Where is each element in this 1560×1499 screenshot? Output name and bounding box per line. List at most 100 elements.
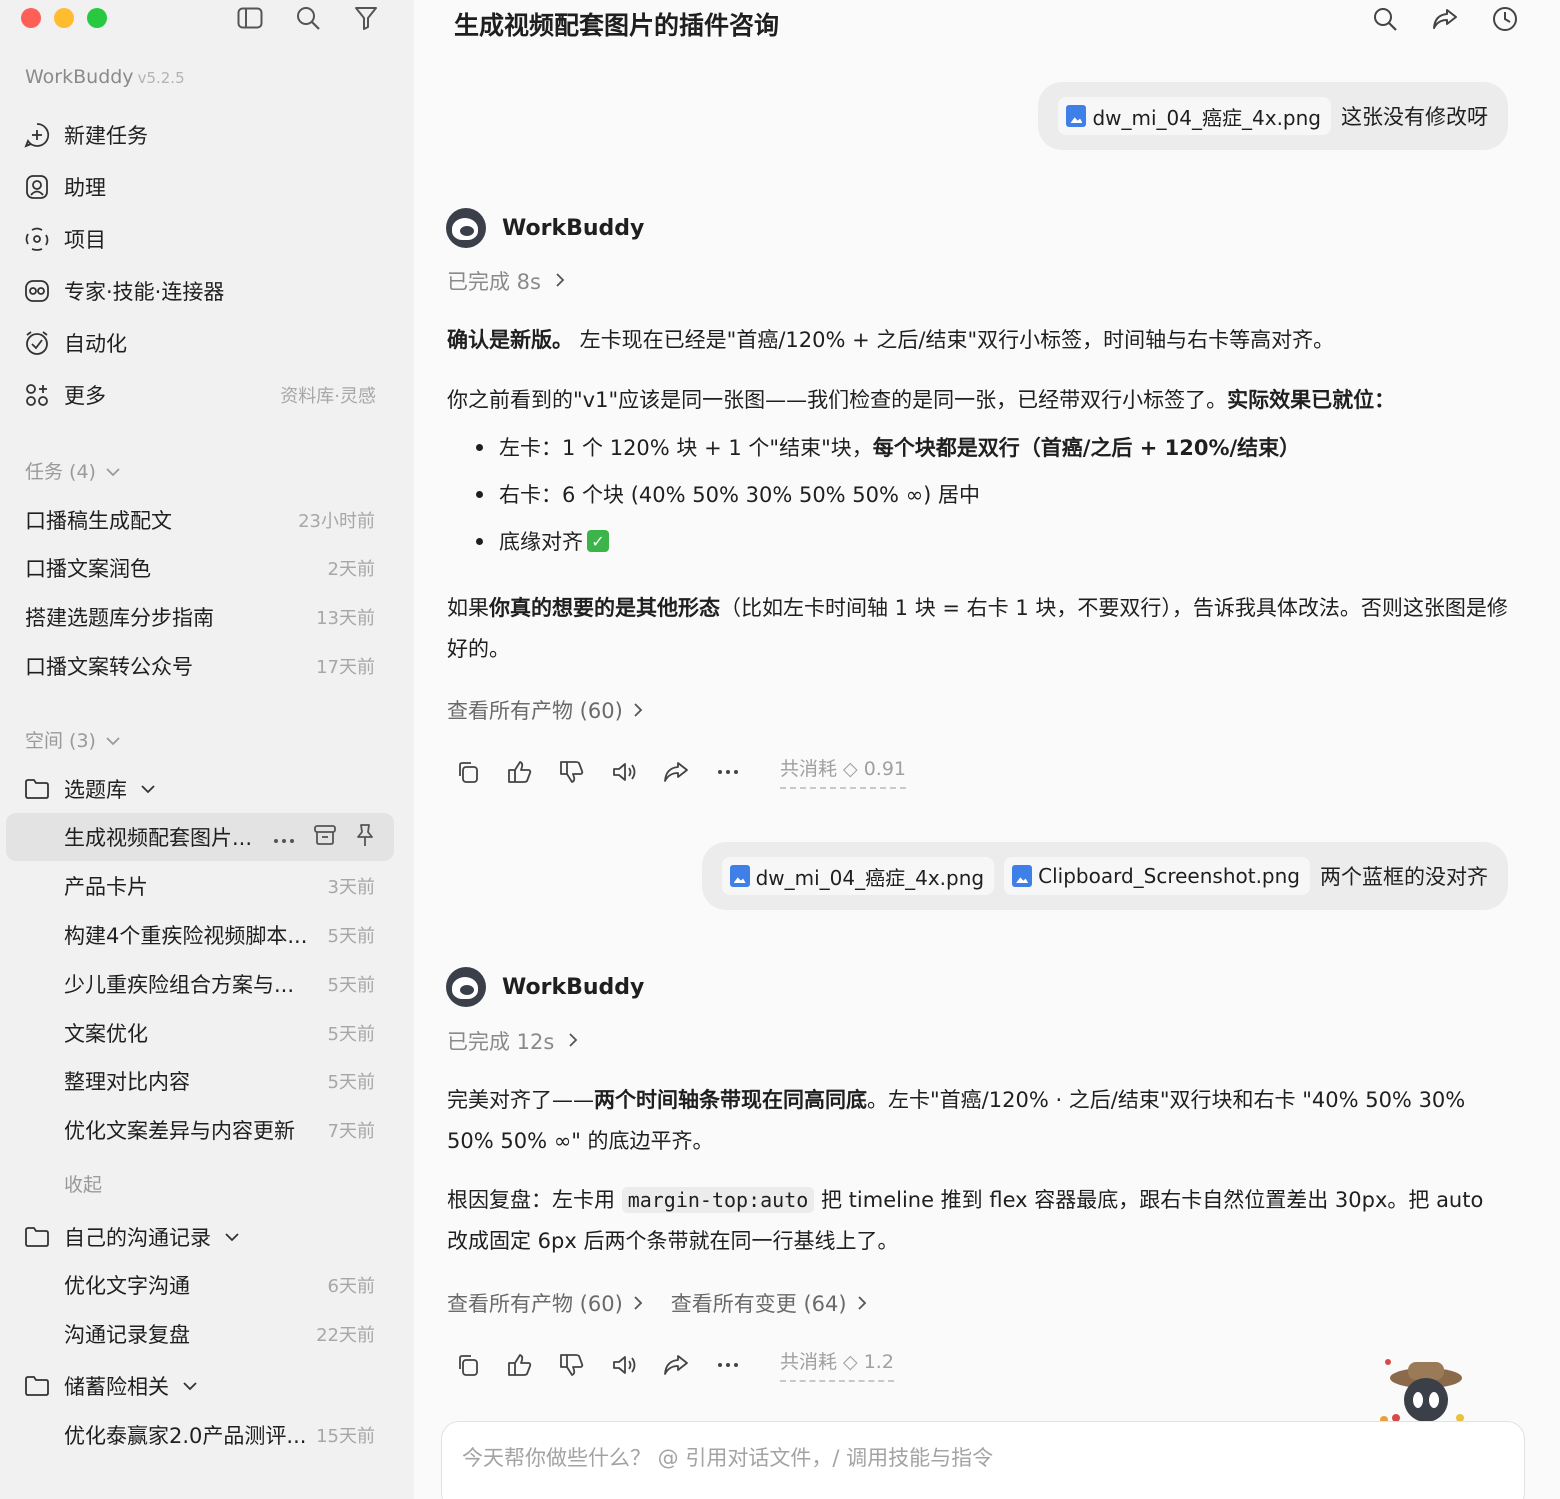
archive-icon[interactable]: [313, 824, 337, 851]
chat-panel: 生成视频配套图片的插件咨询 dw_mi_04_癌症_4x.png 这张没有修改呀…: [414, 0, 1560, 1499]
close-window-button[interactable]: [21, 8, 41, 28]
status-text: 已完成 12s: [447, 1030, 555, 1054]
nav-assistant[interactable]: 助理: [24, 167, 376, 207]
text: 你之前看到的"v1"应该是同一张图——我们检查的是同一张，已经带双行小标签了。: [447, 388, 1228, 412]
bot-header: WorkBuddy: [446, 967, 644, 1007]
space-folder[interactable]: 选题库: [24, 769, 155, 809]
space-item[interactable]: 产品卡片 3天前: [64, 866, 375, 906]
bot-name: WorkBuddy: [502, 974, 645, 1000]
history-clock-icon[interactable]: [1490, 4, 1520, 34]
text: 左卡现在已经是"首癌/120% + 之后/结束"双行小标签，时间轴与右卡等高对齐…: [573, 328, 1335, 352]
text: 根因复盘：左卡用: [447, 1188, 622, 1212]
token-cost[interactable]: 共消耗 ◇ 0.91: [780, 754, 906, 789]
sidebar: WorkBuddy v5.2.5 新建任务 助理 项目 专家·技能·连接器 自动化…: [0, 0, 414, 1499]
share-icon[interactable]: [662, 758, 690, 786]
thumbs-down-icon[interactable]: [558, 758, 586, 786]
space-item[interactable]: 文案优化 5天前: [64, 1013, 375, 1053]
chat-input[interactable]: 今天帮你做些什么？ @ 引用对话文件，/ 调用技能与指令: [441, 1421, 1525, 1499]
avatar: [446, 967, 486, 1007]
completion-status[interactable]: 已完成 8s: [447, 266, 565, 296]
folder-icon: [24, 1224, 50, 1250]
text: 底缘对齐: [499, 530, 583, 554]
item-time: 15天前: [316, 1426, 375, 1447]
task-item[interactable]: 口播文案转公众号 17天前: [25, 646, 375, 686]
task-label: 口播稿生成配文: [25, 509, 172, 533]
link-text: 查看所有产物 (60): [447, 1292, 623, 1316]
copy-icon[interactable]: [454, 1351, 482, 1379]
user-message-text: 这张没有修改呀: [1341, 105, 1488, 129]
thumbs-down-icon[interactable]: [558, 1351, 586, 1379]
bullet-item: 右卡：6 个块 (40% 50% 30% 50% 50% ∞) 居中: [476, 479, 980, 509]
nav-more[interactable]: 更多 资料库·灵感: [24, 375, 376, 415]
copy-icon[interactable]: [454, 758, 482, 786]
spaces-section-header[interactable]: 空间 (3): [25, 726, 120, 753]
minimize-window-button[interactable]: [54, 8, 74, 28]
share-icon[interactable]: [1430, 4, 1460, 34]
filter-icon[interactable]: [352, 4, 380, 32]
collapse-button[interactable]: 收起: [64, 1170, 102, 1197]
task-label: 搭建选题库分步指南: [25, 606, 214, 630]
item-time: 3天前: [327, 877, 375, 898]
folder-label: 选题库: [64, 778, 127, 802]
toggle-sidebar-icon[interactable]: [236, 4, 264, 32]
chevron-down-icon: [183, 1381, 197, 1391]
file-attachment-chip[interactable]: dw_mi_04_癌症_4x.png: [1058, 97, 1331, 135]
task-item[interactable]: 搭建选题库分步指南 13天前: [25, 597, 375, 637]
bold-text: 实际效果已就位：: [1227, 388, 1396, 412]
more-grid-icon: [24, 382, 50, 408]
folder-icon: [24, 1373, 50, 1399]
item-time: 6天前: [327, 1276, 375, 1297]
more-dots-icon[interactable]: [714, 758, 742, 786]
more-dots-icon[interactable]: [714, 1351, 742, 1379]
item-label: 生成视频配套图片...: [64, 826, 253, 850]
completion-status[interactable]: 已完成 12s: [447, 1026, 578, 1056]
folder-label: 自己的沟通记录: [64, 1226, 211, 1250]
space-item[interactable]: 优化文案差异与内容更新 7天前: [64, 1110, 375, 1150]
space-folder[interactable]: 储蓄险相关: [24, 1366, 197, 1406]
task-time: 23小时前: [298, 511, 375, 532]
search-icon[interactable]: [1370, 4, 1400, 34]
token-cost[interactable]: 共消耗 ◇ 1.2: [780, 1347, 894, 1382]
message-actions: 共消耗 ◇ 1.2: [454, 1347, 894, 1382]
thumbs-up-icon[interactable]: [506, 1351, 534, 1379]
item-time: 5天前: [327, 1024, 375, 1045]
zoom-window-button[interactable]: [87, 8, 107, 28]
space-item[interactable]: 优化泰赢家2.0产品测评... 15天前: [64, 1415, 375, 1455]
tasks-section-header[interactable]: 任务 (4): [25, 457, 120, 484]
nav-expert-skills[interactable]: 专家·技能·连接器: [24, 271, 376, 311]
share-icon[interactable]: [662, 1351, 690, 1379]
link-text: 查看所有变更 (64): [670, 1292, 847, 1316]
bullet-item: 底缘对齐 ✓: [476, 526, 609, 556]
space-item[interactable]: 构建4个重疾险视频脚本... 5天前: [64, 915, 375, 955]
item-time: 5天前: [327, 1072, 375, 1093]
expert-icon: [24, 278, 50, 304]
space-item[interactable]: 沟通记录复盘 22天前: [64, 1314, 375, 1354]
space-item-active[interactable]: 生成视频配套图片...: [64, 817, 375, 857]
space-folder[interactable]: 自己的沟通记录: [24, 1217, 239, 1257]
speaker-icon[interactable]: [610, 1351, 638, 1379]
task-time: 17天前: [316, 657, 375, 678]
user-message: dw_mi_04_癌症_4x.png Clipboard_Screenshot.…: [701, 842, 1508, 910]
bullet-item: 左卡：1 个 120% 块 + 1 个"结束"块， 每个块都是双行（首癌/之后 +…: [476, 432, 1300, 462]
view-artifacts-link[interactable]: 查看所有产物 (60): [447, 1288, 643, 1318]
file-attachment-chip[interactable]: Clipboard_Screenshot.png: [1004, 857, 1310, 895]
status-text: 已完成 8s: [447, 270, 541, 294]
artifact-links: 查看所有产物 (60) 查看所有变更 (64): [447, 1288, 867, 1318]
view-changes-link[interactable]: 查看所有变更 (64): [671, 1288, 867, 1318]
thumbs-up-icon[interactable]: [506, 758, 534, 786]
space-item[interactable]: 优化文字沟通 6天前: [64, 1265, 375, 1305]
speaker-icon[interactable]: [610, 758, 638, 786]
file-attachment-chip[interactable]: dw_mi_04_癌症_4x.png: [721, 857, 995, 895]
nav-automation[interactable]: 自动化: [24, 323, 376, 363]
task-item[interactable]: 口播稿生成配文 23小时前: [25, 500, 375, 540]
bold-text: 你真的想要的是其他形态: [489, 596, 720, 620]
more-dots-icon[interactable]: [273, 825, 295, 849]
space-item[interactable]: 整理对比内容 5天前: [64, 1061, 375, 1101]
task-item[interactable]: 口播文案润色 2天前: [25, 548, 375, 588]
space-item[interactable]: 少儿重疾险组合方案与... 5天前: [64, 964, 375, 1004]
nav-project[interactable]: 项目: [24, 219, 376, 259]
search-icon[interactable]: [294, 4, 322, 32]
view-artifacts-link[interactable]: 查看所有产物 (60): [447, 695, 643, 725]
pin-icon[interactable]: [355, 823, 375, 852]
nav-new-task[interactable]: 新建任务: [24, 115, 376, 155]
